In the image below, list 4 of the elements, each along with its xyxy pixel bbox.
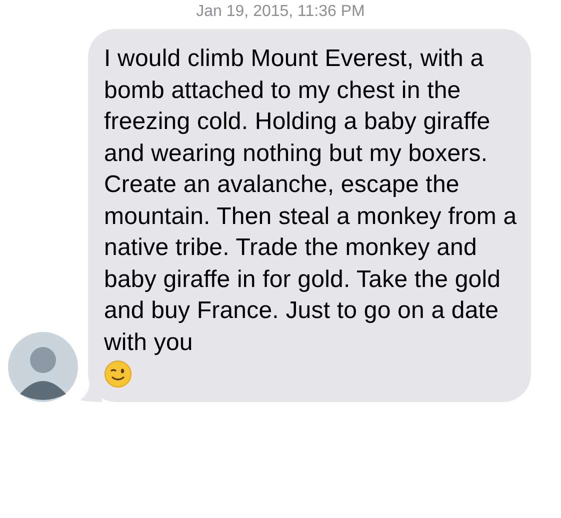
avatar-icon bbox=[8, 332, 78, 402]
message-text: I would climb Mount Everest, with a bomb attached to my chest in the freezing cold. Holding a baby giraffe and wearing nothing but my boxers. Create an avalanche, escape the mountain. Then steal a monkey from a native tribe. Trade the monkey and baby giraffe in for gold. Take the gold and buy France. Just to go on a date with you bbox=[104, 44, 518, 358]
winking-emoji-icon bbox=[104, 360, 132, 388]
timestamp: Jan 19, 2015, 11:36 PM bbox=[196, 2, 365, 22]
